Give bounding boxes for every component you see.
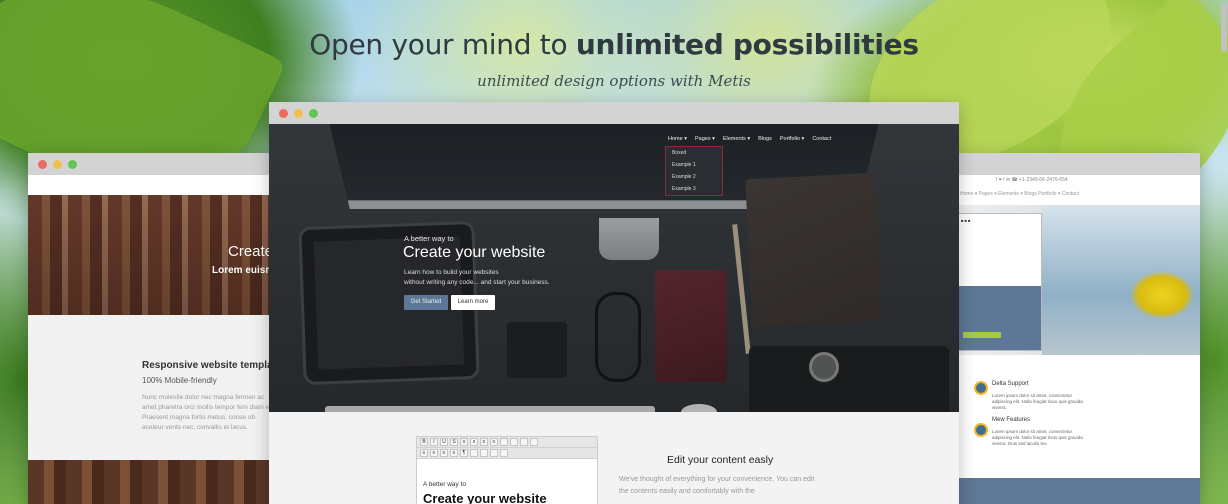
feature-text: Lorem ipsum dolor sit amet, consectetur … — [992, 393, 1083, 410]
get-started-button[interactable]: Get Started — [404, 295, 448, 310]
minimize-dot-icon — [53, 160, 62, 169]
hero-desc-line: Learn how to build your websites — [404, 269, 499, 276]
close-dot-icon — [38, 160, 47, 169]
window-titlebar — [28, 153, 278, 175]
bold-icon[interactable]: B — [420, 438, 428, 446]
nav-item-elements[interactable]: Elements ▾ — [723, 136, 750, 142]
window-titlebar — [269, 102, 959, 124]
edit-paragraph: We've thought of everything for your con… — [619, 476, 815, 495]
main-browser-window: Home ▾ Pages ▾ Elements ▾ Blogs Portfoli… — [269, 102, 959, 504]
preview-blue-block — [957, 286, 1041, 350]
right-browser-window: f ♥ t ✉ ☎ +1-2345-66-2476-654 Home ▾ Pag… — [946, 153, 1200, 504]
page-scrollbar[interactable] — [1220, 0, 1228, 504]
home-dropdown-menu: Boxed Example 1 Example 2 Example 3 — [665, 146, 723, 196]
feature-title: Mew Features — [992, 417, 1031, 423]
align-justify-icon[interactable]: ≡ — [450, 449, 458, 457]
window-titlebar — [946, 153, 1200, 175]
indent-icon[interactable] — [510, 438, 518, 446]
hero-desc-line: without writing any code... and start yo… — [404, 279, 550, 286]
direction-icon[interactable] — [470, 449, 478, 457]
hero-kicker: A better way to — [404, 234, 454, 243]
quote-icon[interactable] — [520, 438, 528, 446]
dropdown-item-example-1[interactable]: Example 1 — [666, 159, 722, 171]
left-browser-window: Create Lorem euism Responsive website te… — [28, 153, 278, 504]
edit-heading: Edit your content easly — [667, 454, 774, 466]
unordered-list-icon[interactable]: ≡ — [490, 438, 498, 446]
unlink-icon[interactable] — [490, 449, 498, 457]
editor-kicker: A better way to — [423, 481, 466, 488]
dropdown-item-boxed[interactable]: Boxed — [666, 147, 722, 159]
nav-item-blogs[interactable]: Blogs — [758, 136, 772, 142]
navigation-bar[interactable]: Home ▾ Pages ▾ Elements ▾ Blogs Portfoli… — [960, 191, 1079, 197]
outdent-icon[interactable] — [500, 438, 508, 446]
align-left-icon[interactable]: ≡ — [420, 449, 428, 457]
top-info-bar: f ♥ t ✉ ☎ +1-2345-66-2476-654 — [996, 177, 1068, 183]
section-subheading: 100% Mobile-friendly — [142, 376, 217, 385]
hero-section — [269, 124, 959, 412]
superscript-icon[interactable]: x — [470, 438, 478, 446]
dropdown-item-example-2[interactable]: Example 2 — [666, 171, 722, 183]
scrollbar-thumb[interactable] — [1221, 2, 1227, 52]
support-icon — [974, 381, 988, 395]
content-section: B I U S x x ≡ ≡ ≡ ≡ ≡ ≡ ¶ A better way t… — [269, 412, 959, 504]
editor-preview: B I U S x x ≡ ≡ ≡ ≡ ≡ ≡ ¶ A better way t… — [416, 436, 598, 504]
justify-icon[interactable] — [530, 438, 538, 446]
hero-subtitle: Lorem euism — [212, 265, 275, 276]
subscript-icon[interactable]: x — [460, 438, 468, 446]
hero-description: Learn how to build your websites without… — [404, 268, 604, 288]
editor-toolbar: B I U S x x ≡ ≡ — [417, 437, 597, 448]
editor-toolbar: ≡ ≡ ≡ ≡ ¶ — [417, 448, 597, 459]
page-headline: Open your mind to unlimited possibilitie… — [0, 28, 1228, 61]
screenshot-preview: ■ ■ ■ — [956, 213, 1042, 351]
close-dot-icon — [279, 109, 288, 118]
main-navigation: Home ▾ Pages ▾ Elements ▾ Blogs Portfoli… — [668, 136, 831, 142]
italic-icon[interactable]: I — [430, 438, 438, 446]
learn-more-button[interactable]: Learn more — [451, 295, 495, 310]
flag-icon[interactable] — [500, 449, 508, 457]
maximize-dot-icon — [68, 160, 77, 169]
minimize-dot-icon — [294, 109, 303, 118]
nav-item-pages[interactable]: Pages ▾ — [695, 136, 715, 142]
editor-title: Create your website — [423, 491, 547, 504]
maximize-dot-icon — [309, 109, 318, 118]
feature-text: Lorem ipsum dolor sit amet, consectetur … — [992, 429, 1083, 446]
link-icon[interactable] — [480, 449, 488, 457]
hero-title: Create — [228, 243, 274, 260]
strikethrough-icon[interactable]: S — [450, 438, 458, 446]
content-section — [28, 315, 278, 460]
hero-title: Create your website — [403, 244, 546, 261]
blue-section — [946, 478, 1200, 504]
underline-icon[interactable]: U — [440, 438, 448, 446]
page-subtitle: unlimited design options with Metis — [477, 72, 751, 90]
headline-bold: unlimited possibilities — [575, 28, 919, 61]
hero-image — [1042, 205, 1200, 355]
feature-title: Delta Support — [992, 381, 1029, 387]
features-icon — [974, 423, 988, 437]
align-right-icon[interactable]: ≡ — [440, 449, 448, 457]
nav-item-home[interactable]: Home ▾ — [668, 136, 687, 142]
preview-green-button — [963, 332, 1001, 338]
bottom-image — [28, 460, 278, 504]
align-center-icon[interactable]: ≡ — [430, 449, 438, 457]
headline-prefix: Open your mind to — [309, 28, 568, 61]
nav-item-portfolio[interactable]: Portfolio ▾ — [780, 136, 804, 142]
nav-item-contact[interactable]: Contact — [812, 136, 831, 142]
preview-text: ■ ■ ■ — [961, 218, 971, 223]
dropdown-item-example-3[interactable]: Example 3 — [666, 183, 722, 195]
hero-overlay — [269, 124, 959, 412]
paragraph-icon[interactable]: ¶ — [460, 449, 468, 457]
section-heading: Responsive website templates. — [142, 360, 278, 371]
ordered-list-icon[interactable]: ≡ — [480, 438, 488, 446]
section-paragraph: Nunc molestie dolor nec magna fermen ac … — [142, 394, 276, 431]
